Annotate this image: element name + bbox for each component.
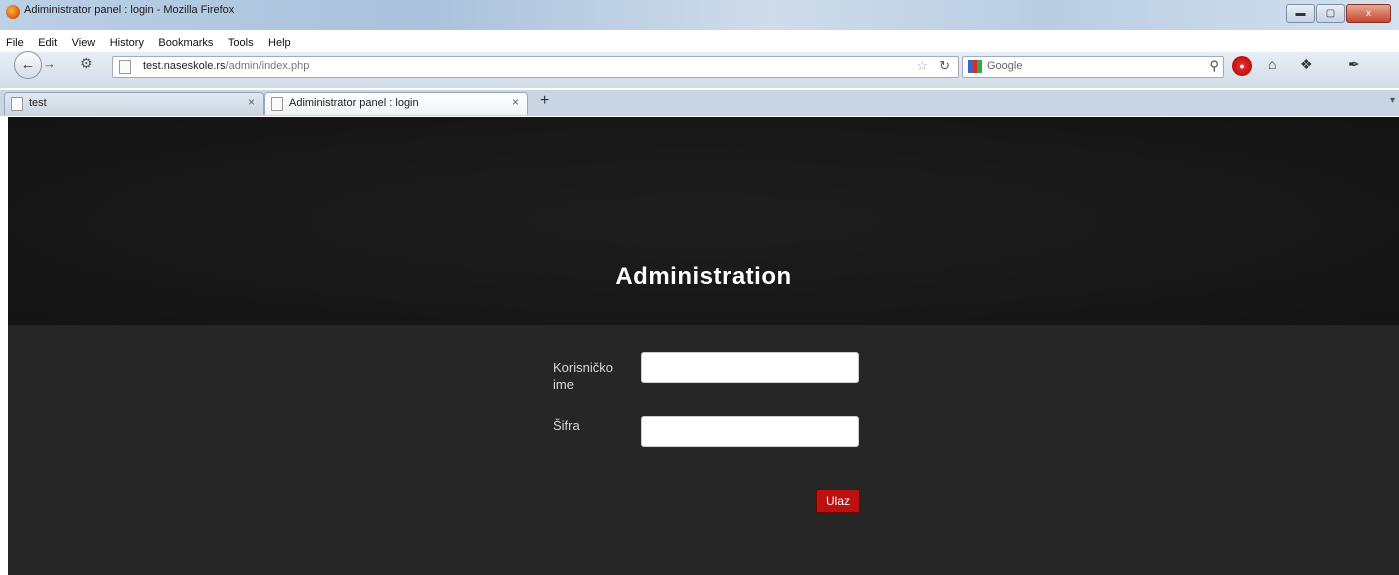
- bookmark-star-icon[interactable]: ☆: [916, 58, 928, 74]
- home-icon[interactable]: ⌂: [1268, 56, 1276, 72]
- forward-arrow-icon[interactable]: →: [43, 56, 56, 71]
- username-input[interactable]: [641, 352, 859, 383]
- url-bar[interactable]: test.naseskole.rs/admin/index.php ☆ ↻: [112, 56, 959, 78]
- new-tab-icon[interactable]: +: [540, 92, 549, 110]
- page-icon: [271, 97, 283, 111]
- menu-edit[interactable]: Edit: [38, 37, 57, 49]
- addon-icon[interactable]: ●: [1232, 56, 1252, 76]
- login-button[interactable]: Ulaz: [816, 489, 860, 513]
- window-titlebar: Adiministrator panel : login - Mozilla F…: [0, 0, 1399, 30]
- firefox-logo-icon: [6, 5, 20, 19]
- chevron-down-icon[interactable]: ▾: [1390, 95, 1395, 106]
- close-icon[interactable]: ×: [248, 95, 255, 109]
- menu-tools[interactable]: Tools: [228, 37, 254, 49]
- url-path: /admin/index.php: [225, 60, 310, 72]
- menu-file[interactable]: File: [6, 37, 24, 49]
- menu-bar: File Edit View History Bookmarks Tools H…: [0, 33, 295, 49]
- tab-test[interactable]: test ×: [4, 92, 264, 115]
- back-arrow-icon[interactable]: ←: [14, 51, 42, 79]
- menu-view[interactable]: View: [72, 37, 96, 49]
- menu-bookmarks[interactable]: Bookmarks: [158, 37, 213, 49]
- minimize-button[interactable]: ▬: [1286, 4, 1315, 23]
- page-content: Administration Korisničko ime Šifra Ulaz: [8, 117, 1399, 575]
- menu-help[interactable]: Help: [268, 37, 291, 49]
- page-icon: [11, 97, 23, 111]
- password-label: Šifra: [553, 418, 580, 433]
- tab-label: Adiministrator panel : login: [289, 97, 419, 109]
- url-host: test.naseskole.rs: [143, 60, 226, 72]
- search-icon[interactable]: ⚲: [1209, 58, 1219, 74]
- tab-label: test: [29, 97, 47, 109]
- tab-admin-login[interactable]: Adiministrator panel : login ×: [264, 92, 528, 115]
- search-input[interactable]: Google: [987, 60, 1022, 72]
- page-title: Administration: [615, 263, 792, 290]
- url-text[interactable]: test.naseskole.rs/admin/index.php: [143, 60, 309, 72]
- window-title: Adiministrator panel : login - Mozilla F…: [24, 4, 235, 16]
- close-window-button[interactable]: x: [1346, 4, 1391, 23]
- page-header: Administration: [8, 117, 1399, 325]
- reload-icon[interactable]: ↻: [939, 58, 950, 74]
- page-icon: [119, 60, 131, 74]
- login-form: Korisničko ime Šifra Ulaz: [8, 325, 1399, 575]
- menu-history[interactable]: History: [110, 37, 144, 49]
- site-identity-icon[interactable]: ⚙: [80, 55, 93, 72]
- maximize-button[interactable]: ▢: [1316, 4, 1345, 23]
- tools-icon[interactable]: ✒: [1348, 56, 1360, 73]
- window-controls: ▬ ▢ x: [1285, 4, 1391, 23]
- username-label: Korisničko ime: [553, 360, 613, 392]
- search-bar[interactable]: Google ⚲: [962, 56, 1224, 78]
- google-icon[interactable]: [968, 60, 982, 73]
- bookmarks-icon[interactable]: ❖: [1300, 56, 1313, 73]
- close-icon[interactable]: ×: [512, 95, 519, 109]
- password-input[interactable]: [641, 416, 859, 447]
